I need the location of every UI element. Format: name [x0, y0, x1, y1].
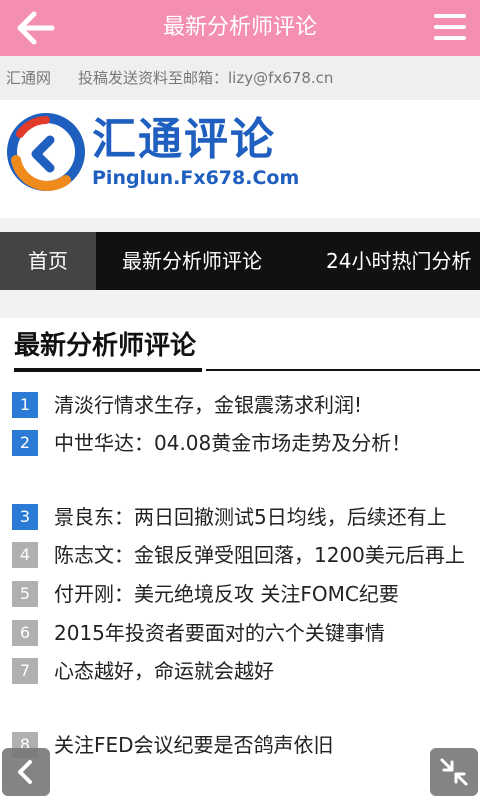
section-title: 最新分析师评论	[14, 331, 197, 361]
floating-back-button[interactable]	[2, 748, 50, 796]
article-title[interactable]: 心态越好，命运就会越好	[54, 656, 274, 686]
article-title[interactable]: 中世华达：04.08黄金市场走势及分析！	[54, 428, 411, 458]
section-divider	[14, 368, 202, 372]
article-title[interactable]: 2015年投资者要面对的六个关键事情	[54, 618, 385, 648]
article-title[interactable]: 景良东：两日回撤测试5日均线，后续还有上	[54, 502, 447, 532]
site-name: 汇通网	[6, 69, 52, 87]
page-title: 最新分析师评论	[162, 15, 317, 40]
back-arrow-icon[interactable]	[14, 8, 58, 48]
nav-tab-latest-analyst-reviews[interactable]: 最新分析师评论	[122, 232, 262, 290]
submission-email-notice: 投稿发送资料至邮箱：lizy@fx678.cn	[78, 69, 334, 87]
shrink-arrows-icon	[440, 758, 468, 786]
logo-icon	[6, 112, 86, 192]
logo-title: 汇通评论	[92, 114, 276, 165]
article-list-section: 最新分析师评论 1 清淡行情求生存，金银震荡求利润! 2 中世华达：04.08黄…	[0, 318, 480, 800]
rank-badge: 5	[12, 581, 38, 607]
article-title[interactable]: 付开刚：美元绝境反攻 关注FOMC纪要	[54, 579, 399, 609]
article-title[interactable]: 关注FED会议纪要是否鸽声依旧	[54, 730, 334, 760]
top-app-bar: 最新分析师评论	[0, 0, 480, 56]
logo-url: Pinglun.Fx678.Com	[92, 167, 300, 189]
menu-icon[interactable]	[430, 10, 470, 46]
nav-tab-home[interactable]: 首页	[0, 232, 96, 290]
category-nav: 首页 最新分析师评论 24小时热门分析	[0, 232, 480, 290]
rank-badge: 1	[12, 392, 38, 418]
rank-badge: 4	[12, 542, 38, 568]
floating-collapse-button[interactable]	[430, 748, 478, 796]
logo-banner: 汇通评论 Pinglun.Fx678.Com	[0, 100, 480, 218]
chevron-left-icon	[18, 760, 32, 784]
nav-tab-24h-hot-analysis[interactable]: 24小时热门分析	[326, 232, 471, 290]
info-bar: 汇通网 投稿发送资料至邮箱：lizy@fx678.cn	[0, 56, 480, 100]
rank-badge: 6	[12, 620, 38, 646]
rank-badge: 7	[12, 658, 38, 684]
article-title[interactable]: 陈志文：金银反弹受阻回落，1200美元后再上	[54, 540, 465, 570]
article-title[interactable]: 清淡行情求生存，金银震荡求利润!	[54, 390, 362, 420]
rank-badge: 3	[12, 504, 38, 530]
section-divider-line	[206, 369, 480, 371]
rank-badge: 2	[12, 430, 38, 456]
